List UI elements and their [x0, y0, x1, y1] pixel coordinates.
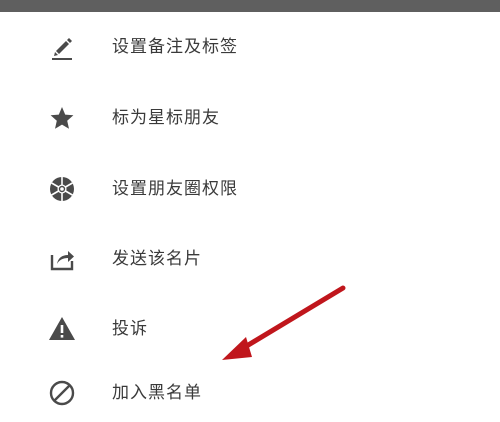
menu-item-star-friend[interactable]: 标为星标朋友	[0, 89, 500, 147]
block-icon	[46, 377, 78, 409]
menu-item-label: 标为星标朋友	[112, 108, 220, 128]
menu-item-report[interactable]: 投诉	[0, 300, 500, 358]
warning-triangle-icon	[46, 313, 78, 345]
menu-item-blacklist[interactable]: 加入黑名单	[0, 364, 500, 422]
menu-item-label: 设置备注及标签	[112, 37, 238, 57]
menu-item-moments-permission[interactable]: 设置朋友圈权限	[0, 160, 500, 218]
menu-item-send-card[interactable]: 发送该名片	[0, 230, 500, 288]
menu-item-label: 设置朋友圈权限	[112, 179, 238, 199]
menu-item-label: 发送该名片	[112, 249, 202, 269]
menu-item-label: 投诉	[112, 319, 148, 339]
aperture-icon	[46, 173, 78, 205]
menu-item-set-remark-tags[interactable]: 设置备注及标签	[0, 18, 500, 76]
share-card-icon	[46, 243, 78, 275]
top-bar	[0, 0, 500, 12]
edit-pencil-icon	[46, 31, 78, 63]
menu-item-label: 加入黑名单	[112, 383, 202, 403]
star-icon	[46, 102, 78, 134]
